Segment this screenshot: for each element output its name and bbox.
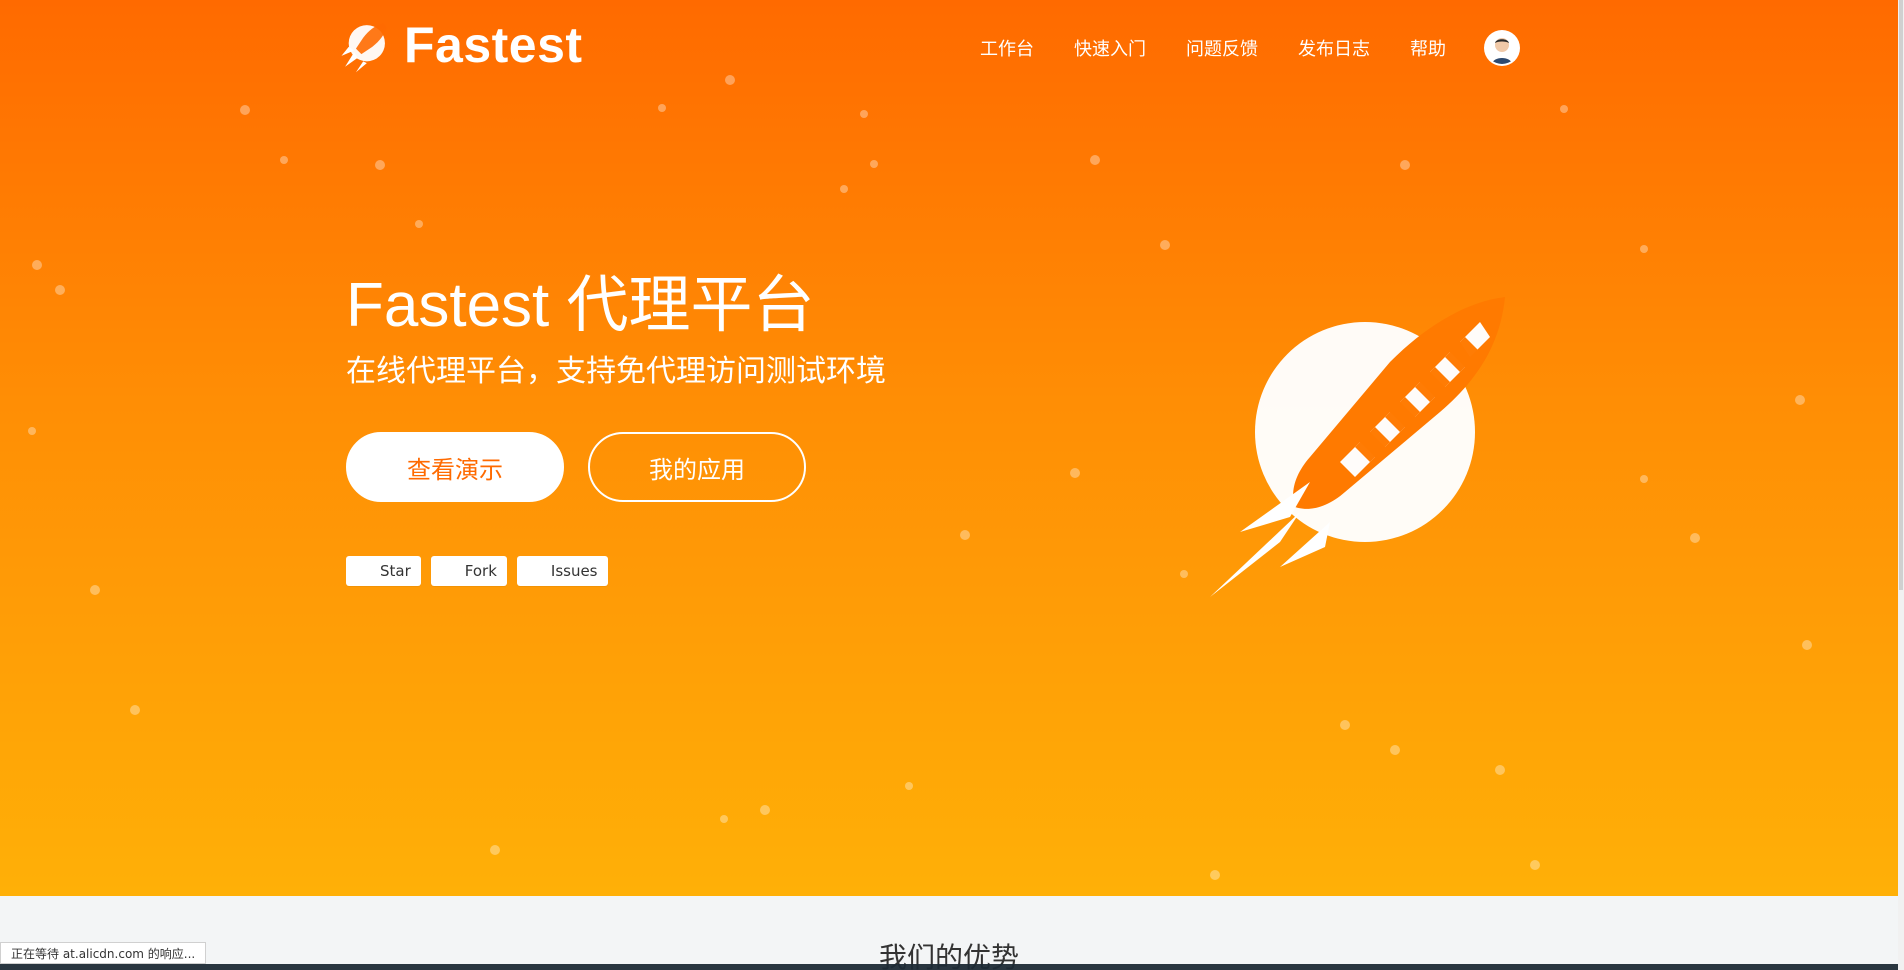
- bg-dot: [375, 160, 385, 170]
- bg-dot: [860, 110, 868, 118]
- github-fork-label: Fork: [464, 562, 497, 581]
- bg-dot: [1070, 468, 1080, 478]
- bg-dot: [1210, 870, 1220, 880]
- bg-dot: [960, 530, 970, 540]
- background-dots: [0, 0, 1898, 896]
- bg-dot: [55, 285, 65, 295]
- bg-dot: [1690, 533, 1700, 543]
- nav-item-changelog[interactable]: 发布日志: [1298, 35, 1370, 61]
- nav-item-help[interactable]: 帮助: [1410, 35, 1446, 61]
- rocket-logo-icon: [341, 23, 387, 73]
- bg-dot: [905, 782, 913, 790]
- brand-name: Fastest: [404, 17, 583, 73]
- bg-dot: [658, 104, 666, 112]
- github-issues-button[interactable]: Issues: [516, 556, 608, 587]
- hero-illustration: [1200, 282, 1520, 612]
- nav-item-quickstart[interactable]: 快速入门: [1074, 35, 1146, 61]
- bg-dot: [415, 220, 423, 228]
- view-demo-button[interactable]: 查看演示: [346, 432, 564, 503]
- bg-dot: [130, 705, 140, 715]
- bg-dot: [760, 805, 770, 815]
- github-issues-label: Issues: [550, 562, 598, 581]
- bg-dot: [240, 105, 250, 115]
- bg-dot: [28, 427, 36, 435]
- bg-dot: [1495, 765, 1505, 775]
- bg-dot: [280, 156, 288, 164]
- github-buttons: Star Fork Issues: [346, 556, 946, 587]
- top-header: Fastest 工作台 快速入门 问题反馈 发布日志 帮助: [336, 12, 1520, 84]
- page-viewport: Fastest 工作台 快速入门 问题反馈 发布日志 帮助 Fastest 代理…: [0, 0, 1904, 970]
- hero-section: Fastest 工作台 快速入门 问题反馈 发布日志 帮助 Fastest 代理…: [0, 0, 1898, 896]
- bg-dot: [1340, 720, 1350, 730]
- bg-dot: [490, 845, 500, 855]
- hero-actions: 查看演示 我的应用: [346, 432, 946, 503]
- vertical-scrollbar-thumb[interactable]: [1899, 0, 1903, 590]
- rocket-planet-icon: [1210, 297, 1505, 597]
- nav-item-feedback[interactable]: 问题反馈: [1186, 35, 1258, 61]
- bg-dot: [1560, 105, 1568, 113]
- bg-dot: [840, 185, 848, 193]
- bg-dot: [1530, 860, 1540, 870]
- bg-dot: [1400, 160, 1410, 170]
- main-nav: 工作台 快速入门 问题反馈 发布日志 帮助: [980, 30, 1520, 66]
- bg-dot: [1640, 245, 1648, 253]
- bg-dot: [1180, 570, 1188, 578]
- advantages-section: 我们的优势: [0, 896, 1898, 970]
- hero-content: Fastest 代理平台 在线代理平台，支持免代理访问测试环境 查看演示 我的应…: [346, 271, 946, 587]
- bg-dot: [1090, 155, 1100, 165]
- bg-dot: [1160, 240, 1170, 250]
- hero-title: Fastest 代理平台: [346, 271, 815, 340]
- hero-subtitle: 在线代理平台，支持免代理访问测试环境: [346, 354, 886, 390]
- bg-dot: [1802, 640, 1812, 650]
- bg-dot: [90, 585, 100, 595]
- bg-dot: [1640, 475, 1648, 483]
- bottom-bar: [0, 964, 1898, 970]
- bg-dot: [870, 160, 878, 168]
- my-apps-button[interactable]: 我的应用: [588, 432, 806, 503]
- bg-dot: [32, 260, 42, 270]
- github-star-label: Star: [380, 562, 411, 581]
- browser-status-bar: 正在等待 at.alicdn.com 的响应...: [0, 942, 207, 964]
- github-fork-button[interactable]: Fork: [430, 556, 507, 587]
- bg-dot: [1390, 745, 1400, 755]
- brand-link[interactable]: Fastest: [336, 16, 583, 74]
- user-avatar-icon: [1486, 32, 1518, 64]
- bg-dot: [1795, 395, 1805, 405]
- bg-dot: [720, 815, 728, 823]
- user-avatar[interactable]: [1484, 30, 1520, 66]
- github-star-button[interactable]: Star: [346, 556, 421, 587]
- nav-item-workbench[interactable]: 工作台: [980, 35, 1034, 61]
